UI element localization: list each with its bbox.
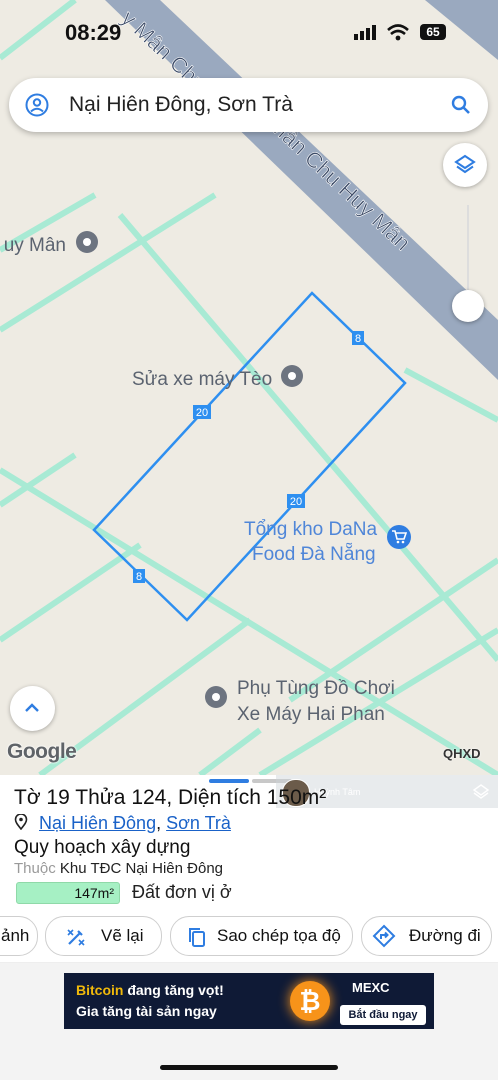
layers-icon	[454, 154, 476, 174]
district-link[interactable]: Sơn Trà	[166, 813, 231, 833]
ad-cta-button[interactable]: Bắt đầu ngay	[340, 1005, 426, 1025]
parcel-location: Nại Hiên Đông, Sơn Trà	[14, 813, 231, 834]
svg-text:Food Đà Nẵng: Food Đà Nẵng	[252, 544, 376, 565]
svg-text:8: 8	[355, 333, 361, 345]
redraw-button-label: Vẽ lại	[101, 926, 144, 945]
stack-logo-icon	[472, 784, 490, 799]
status-time: 08:29	[65, 20, 122, 45]
poi-marker[interactable]: uy Mân	[4, 231, 98, 256]
google-logo: Google	[7, 740, 77, 763]
plan-zone: Thuộc Khu TĐC Nại Hiên Đông	[14, 860, 223, 877]
bitcoin-icon: ₿	[290, 981, 330, 1021]
opacity-slider-thumb[interactable]	[452, 290, 484, 322]
area-badge: 147m²	[16, 882, 120, 904]
search-icon[interactable]	[449, 93, 473, 117]
svg-text:uy Mân: uy Mân	[4, 235, 66, 256]
land-use-label: Đất đơn vị ở	[132, 882, 232, 902]
ad-headline: Bitcoin đang tăng vọt!	[76, 982, 224, 998]
redraw-button[interactable]: Vẽ lại	[45, 916, 162, 956]
parcel-title: Tờ 19 Thửa 124, Diện tích 150m²	[14, 786, 327, 809]
shopping-cart-icon	[387, 525, 411, 549]
action-row: ảnh Vẽ lại Sao chép tọa độ Đường đi	[0, 916, 498, 956]
parcel-edge-label: 20	[287, 494, 305, 508]
svg-text:Tổng kho DaNa: Tổng kho DaNa	[244, 519, 378, 540]
image-button[interactable]: ảnh	[0, 916, 38, 956]
battery-icon: 65	[420, 24, 446, 40]
area-value: 147m²	[74, 885, 114, 901]
directions-icon	[372, 924, 396, 948]
plan-section-title: Quy hoạch xây dựng	[14, 837, 191, 858]
location-pin-icon	[14, 814, 28, 830]
ad-subline: Gia tăng tài sản ngay	[76, 1003, 217, 1019]
ad-area: Bitcoin đang tăng vọt! Gia tăng tài sản …	[0, 963, 498, 1080]
account-icon[interactable]	[25, 93, 49, 117]
signal-wifi-icon	[354, 24, 409, 41]
svg-text:20: 20	[196, 407, 208, 419]
plan-zone-value: Khu TĐC Nại Hiên Đông	[59, 860, 224, 877]
status-icons: 65	[352, 22, 462, 46]
redraw-icon	[67, 929, 85, 946]
copy-icon	[189, 928, 205, 947]
parcel-info-panel: Huỳnh Tâm Tờ 19 Thửa 124, Diện tích 150m…	[0, 775, 498, 1080]
svg-text:Phụ Tùng Đồ Chơi: Phụ Tùng Đồ Chơi	[237, 678, 395, 699]
svg-text:8: 8	[136, 571, 142, 583]
parcel-edge-label: 8	[352, 331, 364, 345]
ad-banner[interactable]: Bitcoin đang tăng vọt! Gia tăng tài sản …	[64, 973, 434, 1029]
expand-up-button[interactable]	[10, 686, 55, 731]
svg-text:Sửa xe máy Tèo: Sửa xe máy Tèo	[132, 369, 272, 390]
search-input[interactable]: Nại Hiên Đông, Sơn Trà	[69, 93, 293, 117]
sheet-handle[interactable]	[209, 779, 249, 783]
parcel-edge-label: 20	[193, 405, 211, 419]
layer-tag: QHXD	[443, 746, 481, 761]
ad-brand: MEXC	[352, 980, 390, 995]
svg-text:Xe Máy Hai Phan: Xe Máy Hai Phan	[237, 704, 385, 725]
svg-text:20: 20	[290, 496, 302, 508]
home-indicator[interactable]	[160, 1065, 338, 1070]
copy-coordinates-button[interactable]: Sao chép tọa độ	[170, 916, 353, 956]
layers-button[interactable]	[443, 143, 487, 187]
directions-button[interactable]: Đường đi	[361, 916, 492, 956]
parcel-edge-label: 8	[133, 569, 145, 583]
location-separator: ,	[156, 813, 162, 833]
plan-zone-label: Thuộc	[14, 860, 56, 877]
copy-coordinates-label: Sao chép tọa độ	[217, 926, 341, 945]
search-bar[interactable]: Nại Hiên Đông, Sơn Trà	[9, 78, 488, 132]
directions-label: Đường đi	[409, 926, 481, 945]
image-button-label: ảnh	[1, 926, 30, 945]
status-bar: 08:29 65	[0, 0, 498, 60]
chevron-up-icon	[25, 703, 39, 712]
ward-link[interactable]: Nại Hiên Đông	[39, 813, 156, 833]
